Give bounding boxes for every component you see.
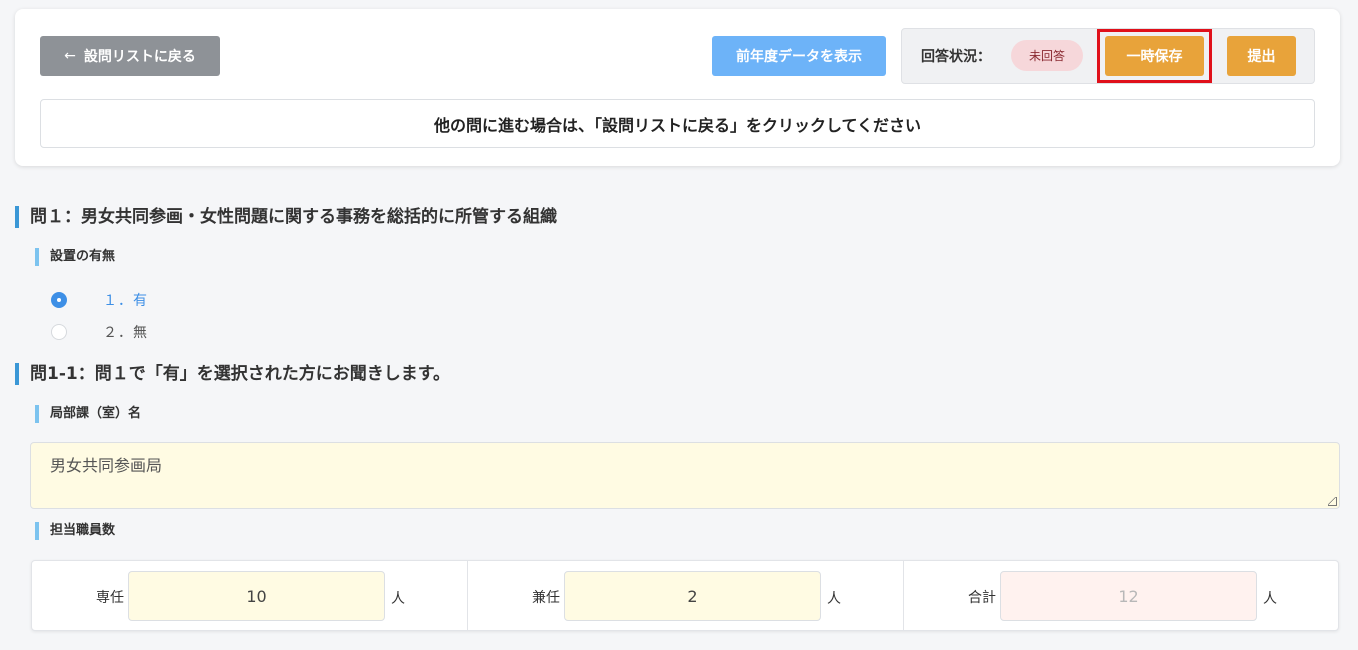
- back-to-list-label: 設問リストに戻る: [83, 49, 196, 65]
- radio-option-yes[interactable]: １．有: [51, 290, 148, 310]
- staff-cell-fulltime: 専任 10 人: [32, 561, 467, 630]
- header-card: ← 設問リストに戻る 前年度データを表示 回答状況： 未回答 一時保存 提出 他…: [15, 9, 1340, 166]
- radio-label: ２．無: [103, 325, 148, 341]
- parttime-label: 兼任: [532, 590, 560, 606]
- question-1-title: 問１：男女共同参画・女性問題に関する事務を総括的に所管する組織: [15, 206, 557, 228]
- parttime-input[interactable]: 2: [564, 571, 821, 621]
- status-label: 回答状況：: [921, 49, 991, 65]
- unit-label: 人: [391, 591, 405, 607]
- radio-button-checked[interactable]: [51, 292, 67, 308]
- back-to-list-button[interactable]: ← 設問リストに戻る: [40, 36, 220, 76]
- dept-name-value: 男女共同参画局: [50, 456, 163, 475]
- temp-save-button[interactable]: 一時保存: [1105, 36, 1204, 76]
- staff-count-table: 専任 10 人 兼任 2 人 合計 12 人: [31, 560, 1339, 631]
- radio-option-no[interactable]: ２．無: [51, 322, 148, 342]
- resize-handle-icon[interactable]: [1328, 497, 1337, 506]
- radio-button[interactable]: [51, 324, 67, 340]
- radio-label: １．有: [103, 293, 148, 309]
- arrow-left-icon: ←: [64, 48, 76, 64]
- staff-cell-parttime: 兼任 2 人: [467, 561, 903, 630]
- submit-button[interactable]: 提出: [1227, 36, 1296, 76]
- fulltime-label: 専任: [96, 590, 124, 606]
- unit-label: 人: [827, 591, 841, 607]
- notice-message: 他の問に進む場合は、「設問リストに戻る」をクリックしてください: [40, 99, 1315, 148]
- status-panel: 回答状況： 未回答 一時保存 提出: [901, 28, 1315, 84]
- show-prev-year-button[interactable]: 前年度データを表示: [712, 36, 886, 76]
- fulltime-input[interactable]: 10: [128, 571, 385, 621]
- total-label: 合計: [968, 590, 996, 606]
- total-input: 12: [1000, 571, 1257, 621]
- staff-cell-total: 合計 12 人: [903, 561, 1338, 630]
- q1-subtitle: 設置の有無: [35, 248, 115, 266]
- status-badge: 未回答: [1011, 40, 1083, 71]
- unit-label: 人: [1263, 591, 1277, 607]
- dept-name-label: 局部課（室）名: [35, 405, 141, 423]
- dept-name-textarea[interactable]: 男女共同参画局: [30, 442, 1340, 509]
- staff-count-label: 担当職員数: [35, 522, 115, 540]
- question-1-1-title: 問1-1：問１で「有」を選択された方にお聞きします。: [15, 363, 450, 385]
